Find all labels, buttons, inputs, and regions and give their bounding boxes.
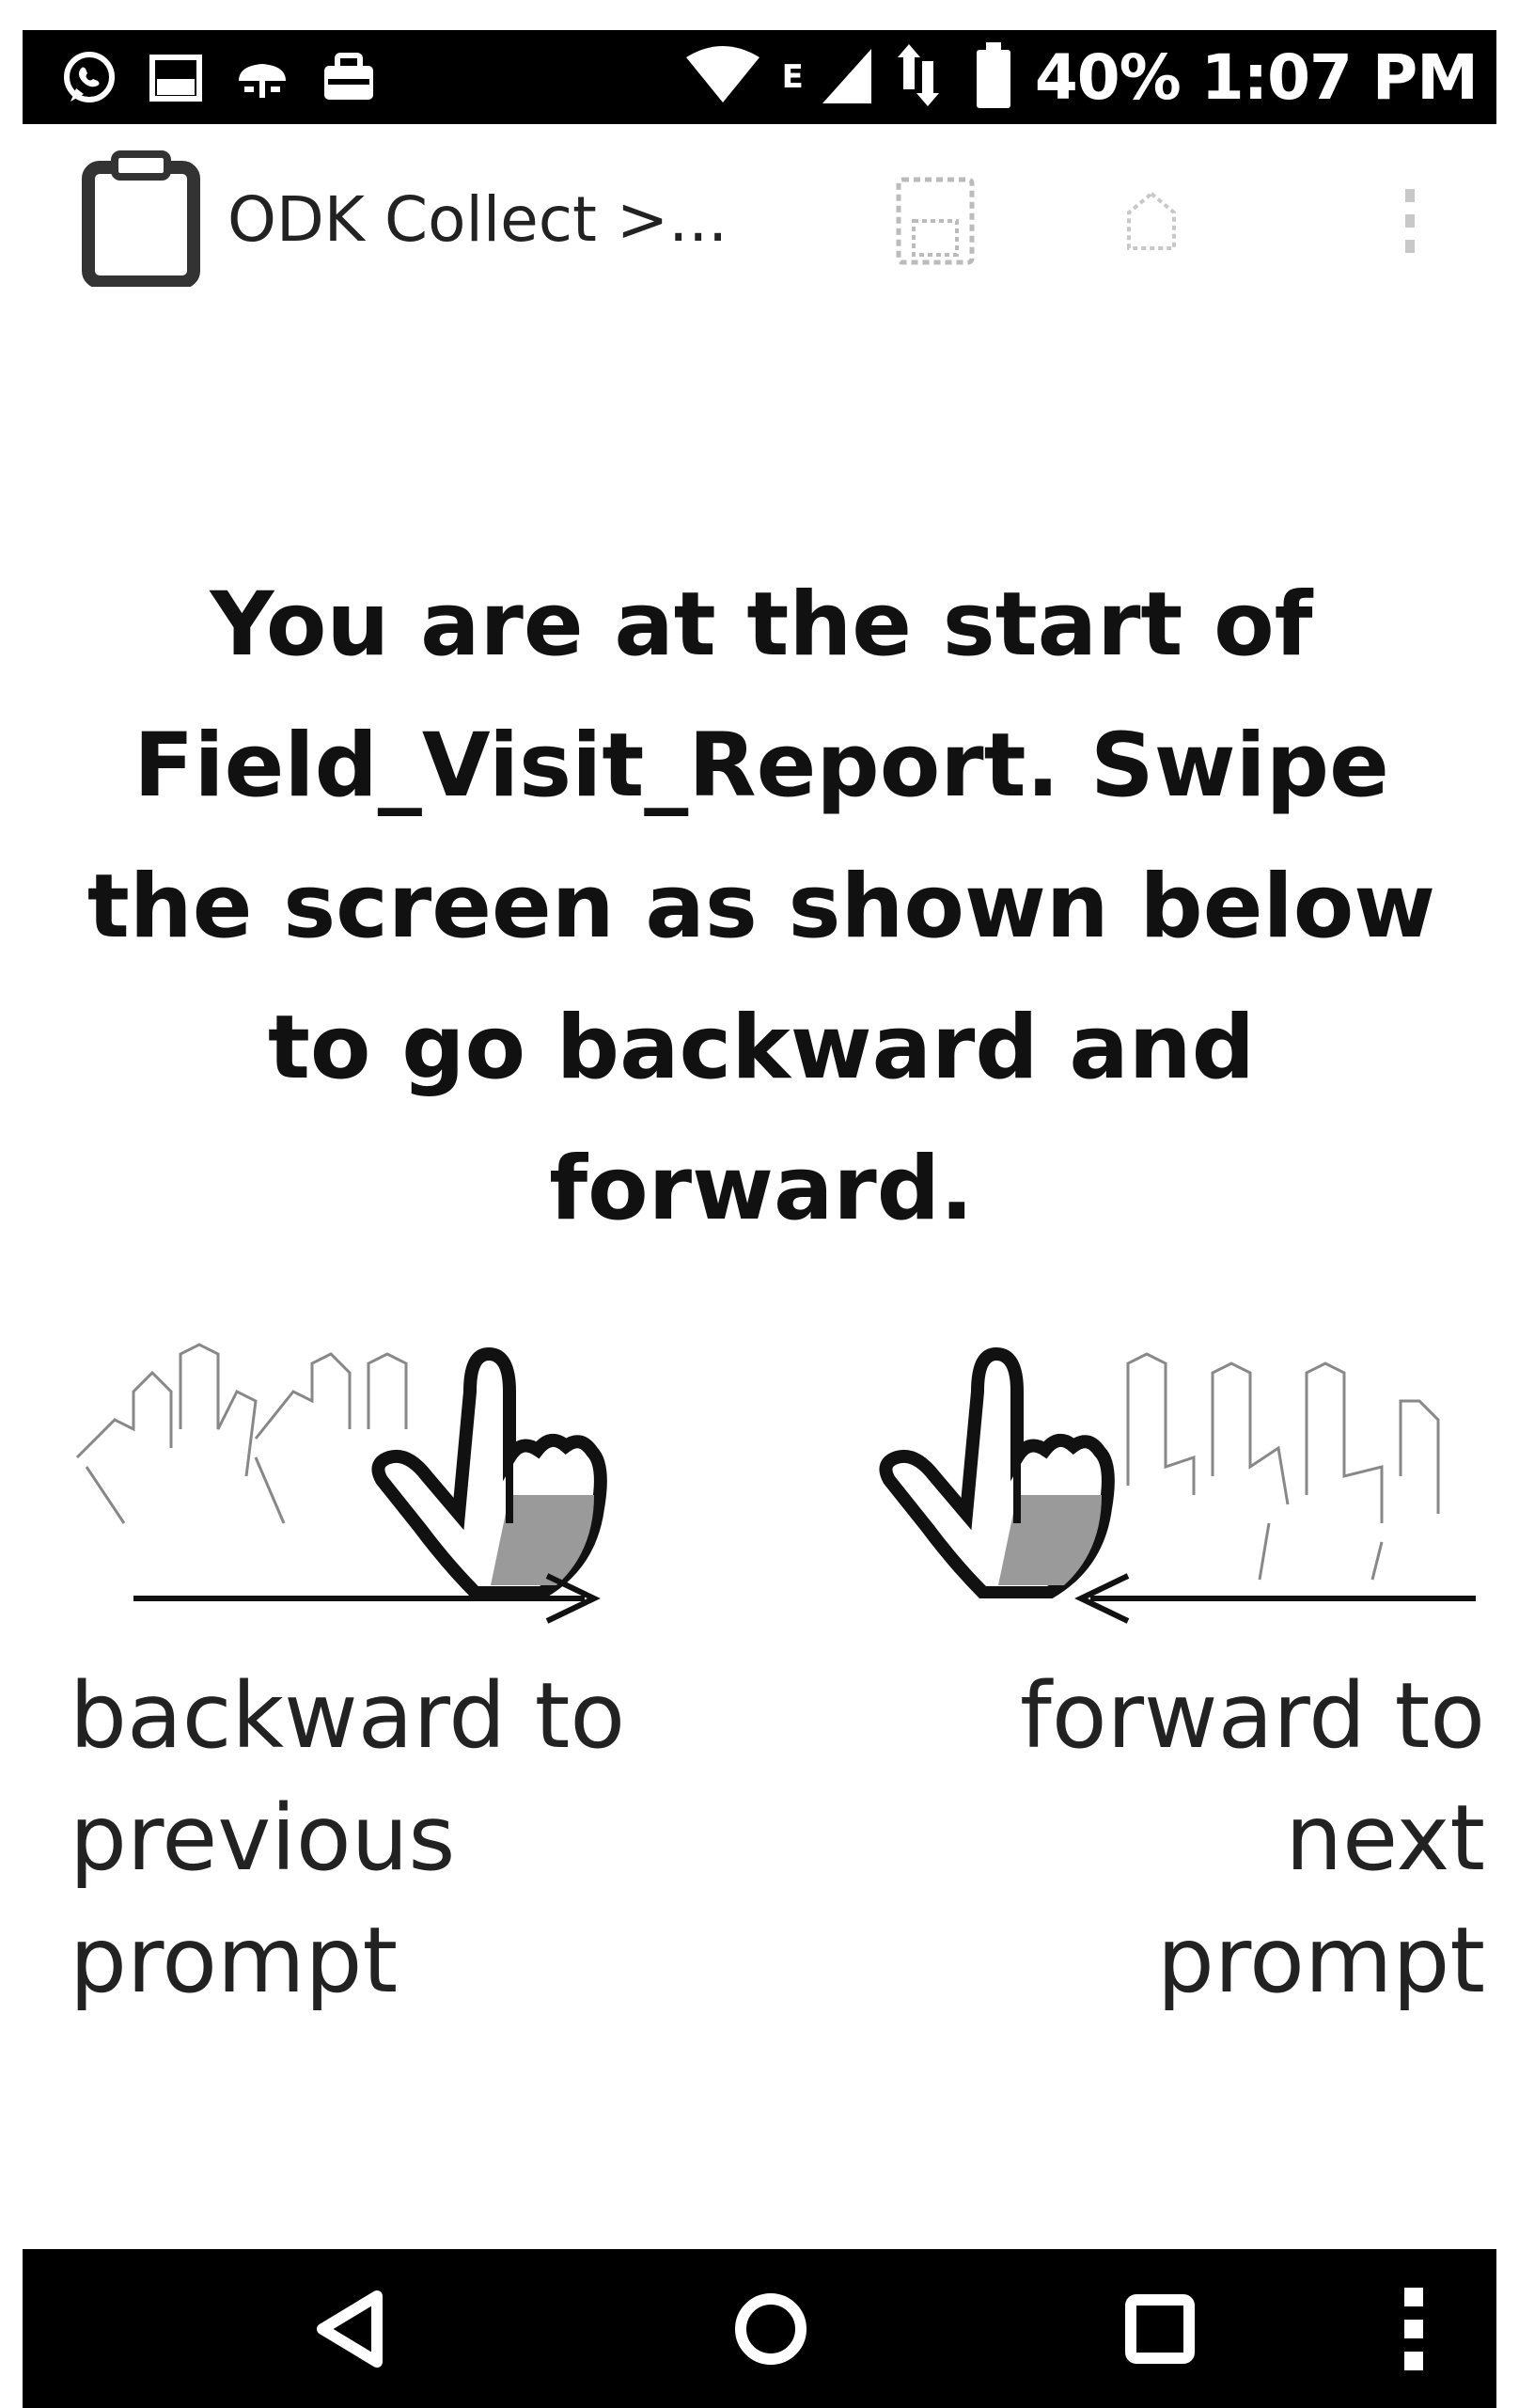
cloud-icon — [233, 49, 291, 107]
signal-icon — [819, 45, 875, 109]
forward-label: forward to next prompt — [884, 1655, 1485, 2022]
message-line: to go backward and — [267, 997, 1256, 1099]
briefcase-icon — [320, 49, 378, 107]
action-bar: ODK Collect >... — [0, 132, 1519, 301]
status-bar: E 40% 1:07 PM — [23, 30, 1496, 124]
message-line: forward. — [549, 1138, 974, 1240]
arrow-left-icon — [1072, 1570, 1476, 1630]
system-indicators: E 40% 1:07 PM — [684, 30, 1479, 124]
message-line: the screen as shown below — [86, 856, 1436, 958]
backward-label: backward to previous prompt — [70, 1655, 690, 2022]
app-title[interactable]: ODK Collect >... — [227, 183, 728, 256]
menu-icon[interactable] — [1376, 2277, 1451, 2381]
notification-icons — [60, 45, 378, 111]
clipboard-icon[interactable] — [81, 150, 201, 289]
start-of-form-message: You are at the start of Field_Visit_Repo… — [56, 555, 1466, 1260]
whatsapp-icon — [60, 49, 118, 107]
overflow-menu-icon[interactable] — [1382, 169, 1438, 273]
wifi-icon — [684, 44, 761, 110]
network-type-label: E — [781, 58, 804, 96]
hierarchy-icon[interactable] — [1114, 169, 1189, 273]
navigation-bar — [23, 2249, 1496, 2408]
save-icon[interactable] — [888, 169, 982, 273]
battery-icon — [973, 40, 1014, 114]
forward-label-line: next — [1285, 1786, 1485, 1891]
arrow-right-icon — [133, 1570, 603, 1630]
swipe-left-hand-icon — [874, 1335, 1476, 1602]
forward-label-line: forward to — [1020, 1663, 1485, 1769]
recents-icon[interactable] — [1104, 2277, 1216, 2381]
message-line: Field_Visit_Report. Swipe — [133, 715, 1389, 817]
backward-label-line: previous — [70, 1786, 456, 1891]
back-icon[interactable] — [295, 2277, 408, 2381]
home-icon[interactable] — [714, 2277, 827, 2381]
battery-percentage: 40% — [1034, 40, 1182, 114]
image-icon — [147, 49, 205, 107]
data-sync-icon — [896, 42, 952, 112]
forward-label-line: prompt — [1156, 1908, 1485, 2013]
clock: 1:07 PM — [1200, 40, 1479, 114]
backward-label-line: backward to — [70, 1663, 626, 1769]
message-line: You are at the start of — [210, 574, 1313, 676]
swipe-right-hand-icon — [58, 1335, 660, 1602]
backward-label-line: prompt — [70, 1908, 399, 2013]
